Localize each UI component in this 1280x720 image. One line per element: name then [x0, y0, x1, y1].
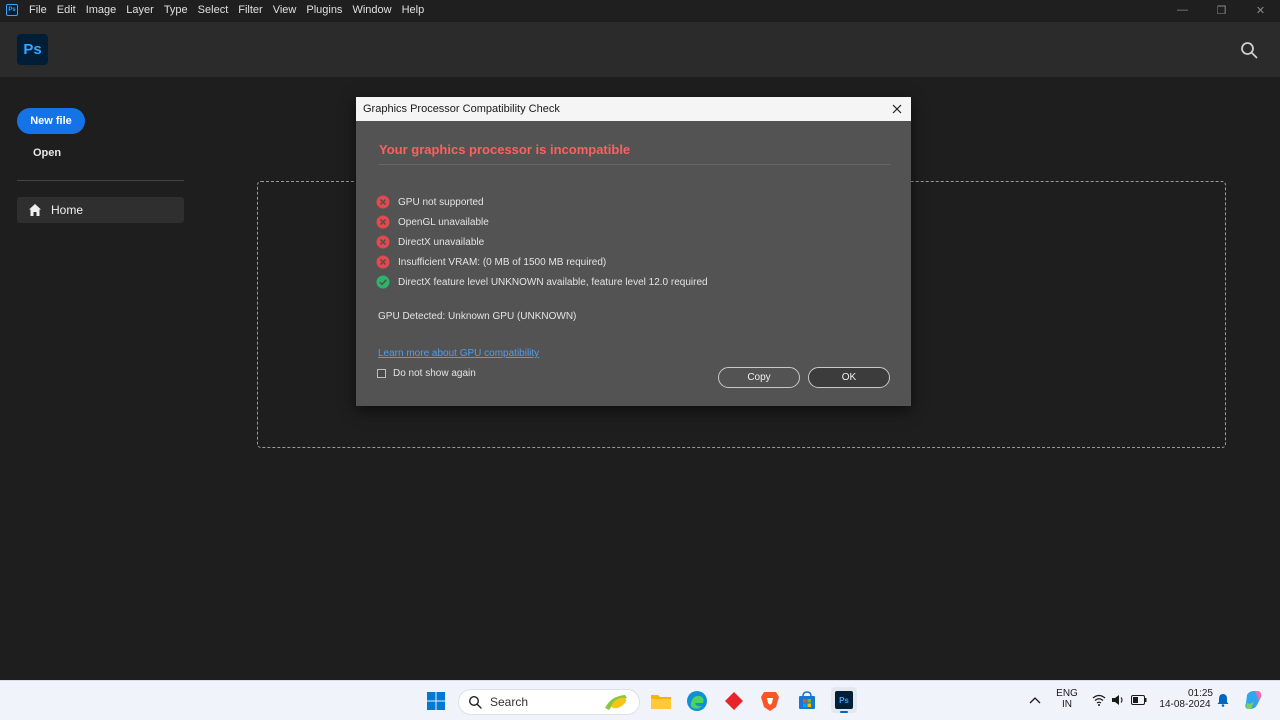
microsoft-store-icon[interactable] — [795, 689, 819, 713]
menu-layer[interactable]: Layer — [121, 4, 159, 16]
dialog-titlebar: Graphics Processor Compatibility Check — [356, 97, 911, 121]
do-not-show-checkbox[interactable]: Do not show again — [377, 368, 476, 379]
check-text: Insufficient VRAM: (0 MB of 1500 MB requ… — [398, 256, 607, 268]
success-check-icon — [376, 275, 390, 289]
check-text: DirectX unavailable — [398, 236, 485, 248]
check-text: GPU not supported — [398, 196, 484, 208]
volume-icon[interactable] — [1111, 694, 1125, 706]
edge-browser-icon[interactable] — [685, 689, 709, 713]
checkbox-label: Do not show again — [393, 368, 476, 379]
copilot-icon[interactable] — [1243, 689, 1265, 711]
sidebar-divider — [17, 180, 184, 181]
brave-browser-icon[interactable] — [758, 689, 782, 713]
dialog-divider — [378, 164, 890, 165]
photoshop-taskbar-icon: Ps — [835, 691, 853, 709]
notification-bell-icon[interactable] — [1217, 693, 1229, 707]
search-icon[interactable] — [1240, 41, 1258, 59]
close-window-button[interactable]: ✕ — [1241, 0, 1280, 20]
taskbar-search[interactable]: Search — [458, 689, 640, 715]
search-icon — [468, 695, 482, 709]
list-item: Insufficient VRAM: (0 MB of 1500 MB requ… — [376, 252, 708, 272]
menu-select[interactable]: Select — [193, 4, 234, 16]
list-item: GPU not supported — [376, 192, 708, 212]
check-list: GPU not supported OpenGL unavailable Dir… — [376, 192, 708, 292]
wifi-icon[interactable] — [1092, 694, 1106, 706]
window-controls: — ❐ ✕ — [1163, 0, 1280, 20]
search-placeholder: Search — [490, 695, 529, 709]
photoshop-app-icon: Ps — [6, 4, 18, 16]
list-item: DirectX unavailable — [376, 232, 708, 252]
sidebar-item-label: Home — [51, 203, 84, 217]
clock-time: 01:25 — [1187, 688, 1213, 699]
language-code: ENG — [1056, 688, 1078, 699]
taskbar: Search — [0, 680, 1280, 720]
menu-bar: Ps File Edit Image Layer Type Select Fil… — [0, 0, 1280, 20]
search-highlight-icon — [605, 695, 627, 710]
sidebar-item-home[interactable]: Home — [17, 197, 184, 223]
menu-view[interactable]: View — [268, 4, 302, 16]
learn-more-link[interactable]: Learn more about GPU compatibility — [378, 348, 539, 359]
list-item: DirectX feature level UNKNOWN available,… — [376, 272, 708, 292]
dialog-close-button[interactable] — [883, 97, 911, 121]
menu-image[interactable]: Image — [81, 4, 122, 16]
error-icon — [376, 215, 390, 229]
list-item: OpenGL unavailable — [376, 212, 708, 232]
file-explorer-icon[interactable] — [649, 689, 673, 713]
open-button[interactable]: Open — [33, 147, 61, 159]
clock-date: 14-08-2024 — [1159, 699, 1211, 710]
windows-start-icon[interactable] — [424, 689, 448, 713]
clock[interactable]: 01:25 14-08-2024 — [1154, 688, 1216, 710]
new-file-button[interactable]: New file — [17, 108, 85, 134]
close-icon — [892, 104, 902, 114]
check-text: OpenGL unavailable — [398, 216, 489, 228]
menu-window[interactable]: Window — [347, 4, 396, 16]
check-text: DirectX feature level UNKNOWN available,… — [398, 276, 708, 288]
menu-type[interactable]: Type — [159, 4, 193, 16]
error-icon — [376, 195, 390, 209]
active-app-indicator — [840, 711, 848, 713]
chevron-up-icon[interactable] — [1029, 695, 1041, 705]
error-icon — [376, 235, 390, 249]
minimize-button[interactable]: — — [1163, 0, 1202, 20]
battery-icon[interactable] — [1131, 695, 1147, 705]
gpu-compatibility-dialog: Graphics Processor Compatibility Check Y… — [356, 97, 911, 406]
menu-help[interactable]: Help — [397, 4, 430, 16]
gpu-detected-text: GPU Detected: Unknown GPU (UNKNOWN) — [378, 311, 577, 322]
red-diamond-app-icon[interactable] — [722, 689, 746, 713]
menu-edit[interactable]: Edit — [52, 4, 81, 16]
home-header: Ps — [0, 22, 1280, 77]
menu-filter[interactable]: Filter — [233, 4, 267, 16]
maximize-button[interactable]: ❐ — [1202, 0, 1241, 20]
dialog-heading: Your graphics processor is incompatible — [379, 142, 631, 157]
checkbox-box[interactable] — [377, 369, 386, 378]
copy-button[interactable]: Copy — [718, 367, 800, 388]
photoshop-taskbar-button[interactable]: Ps — [831, 687, 857, 713]
language-indicator[interactable]: ENG IN — [1053, 688, 1081, 710]
region-code: IN — [1062, 699, 1072, 710]
ok-button[interactable]: OK — [808, 367, 890, 388]
menu-plugins[interactable]: Plugins — [301, 4, 347, 16]
home-icon — [28, 203, 42, 217]
error-icon — [376, 255, 390, 269]
photoshop-logo: Ps — [17, 34, 48, 65]
menu-file[interactable]: File — [24, 4, 52, 16]
dialog-title: Graphics Processor Compatibility Check — [363, 103, 560, 115]
